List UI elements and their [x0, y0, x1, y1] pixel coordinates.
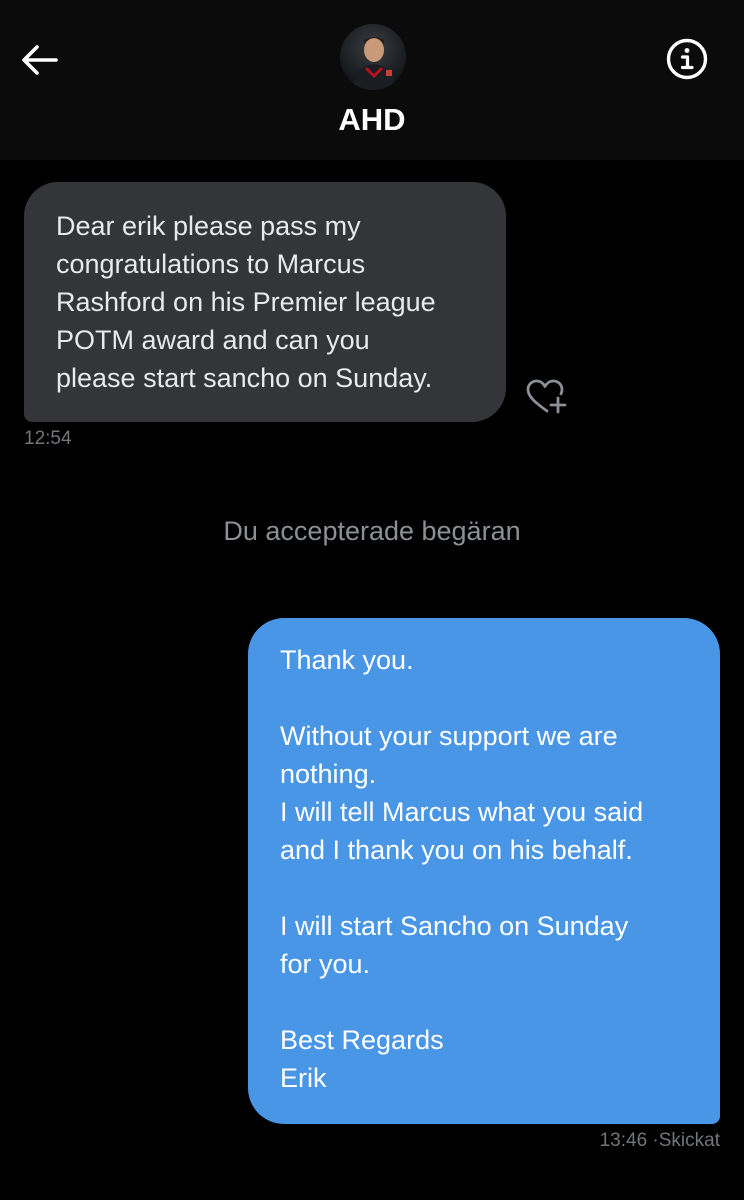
- sent-message-bubble[interactable]: Thank you. Without your support we are n…: [248, 618, 720, 1124]
- received-message-text: Dear erik please pass my congratulations…: [56, 207, 474, 397]
- message-line: [280, 869, 696, 907]
- message-line: I will tell Marcus what you said: [280, 797, 644, 827]
- contact-name[interactable]: AHD: [0, 102, 744, 138]
- message-line: and I thank you on his behalf.: [280, 835, 633, 865]
- arrow-left-icon: [22, 45, 58, 75]
- message-line: [280, 983, 696, 1021]
- message-line: for you.: [280, 949, 371, 979]
- add-reaction-button[interactable]: [522, 378, 572, 418]
- message-line: [280, 679, 696, 717]
- message-line: Rashford on his Premier league: [56, 287, 436, 317]
- info-circle-icon: [666, 38, 708, 80]
- received-message-bubble[interactable]: Dear erik please pass my congratulations…: [24, 182, 506, 422]
- sent-status: 13:46 ·Skickat: [600, 1130, 720, 1152]
- avatar[interactable]: [340, 24, 406, 90]
- info-button[interactable]: [664, 36, 710, 82]
- message-line: congratulations to Marcus: [56, 249, 366, 279]
- message-line: POTM award and can you: [56, 325, 370, 355]
- message-line: Erik: [280, 1063, 327, 1093]
- received-timestamp: 12:54: [24, 428, 72, 449]
- message-line: I will start Sancho on Sunday: [280, 911, 629, 941]
- message-line: nothing.: [280, 759, 377, 789]
- message-line: Dear erik please pass my: [56, 211, 361, 241]
- sent-status-label: Skickat: [658, 1130, 720, 1151]
- back-button[interactable]: [18, 38, 62, 82]
- message-line: Without your support we are: [280, 721, 618, 751]
- message-line: Thank you.: [280, 645, 414, 675]
- sent-timestamp: 13:46: [599, 1130, 648, 1151]
- message-line: please start sancho on Sunday.: [56, 363, 433, 393]
- request-accepted-note: Du accepterade begäran: [223, 516, 521, 546]
- heart-plus-icon: [526, 379, 567, 414]
- conversation-header: AHD: [0, 0, 744, 160]
- message-line: Best Regards: [280, 1025, 444, 1055]
